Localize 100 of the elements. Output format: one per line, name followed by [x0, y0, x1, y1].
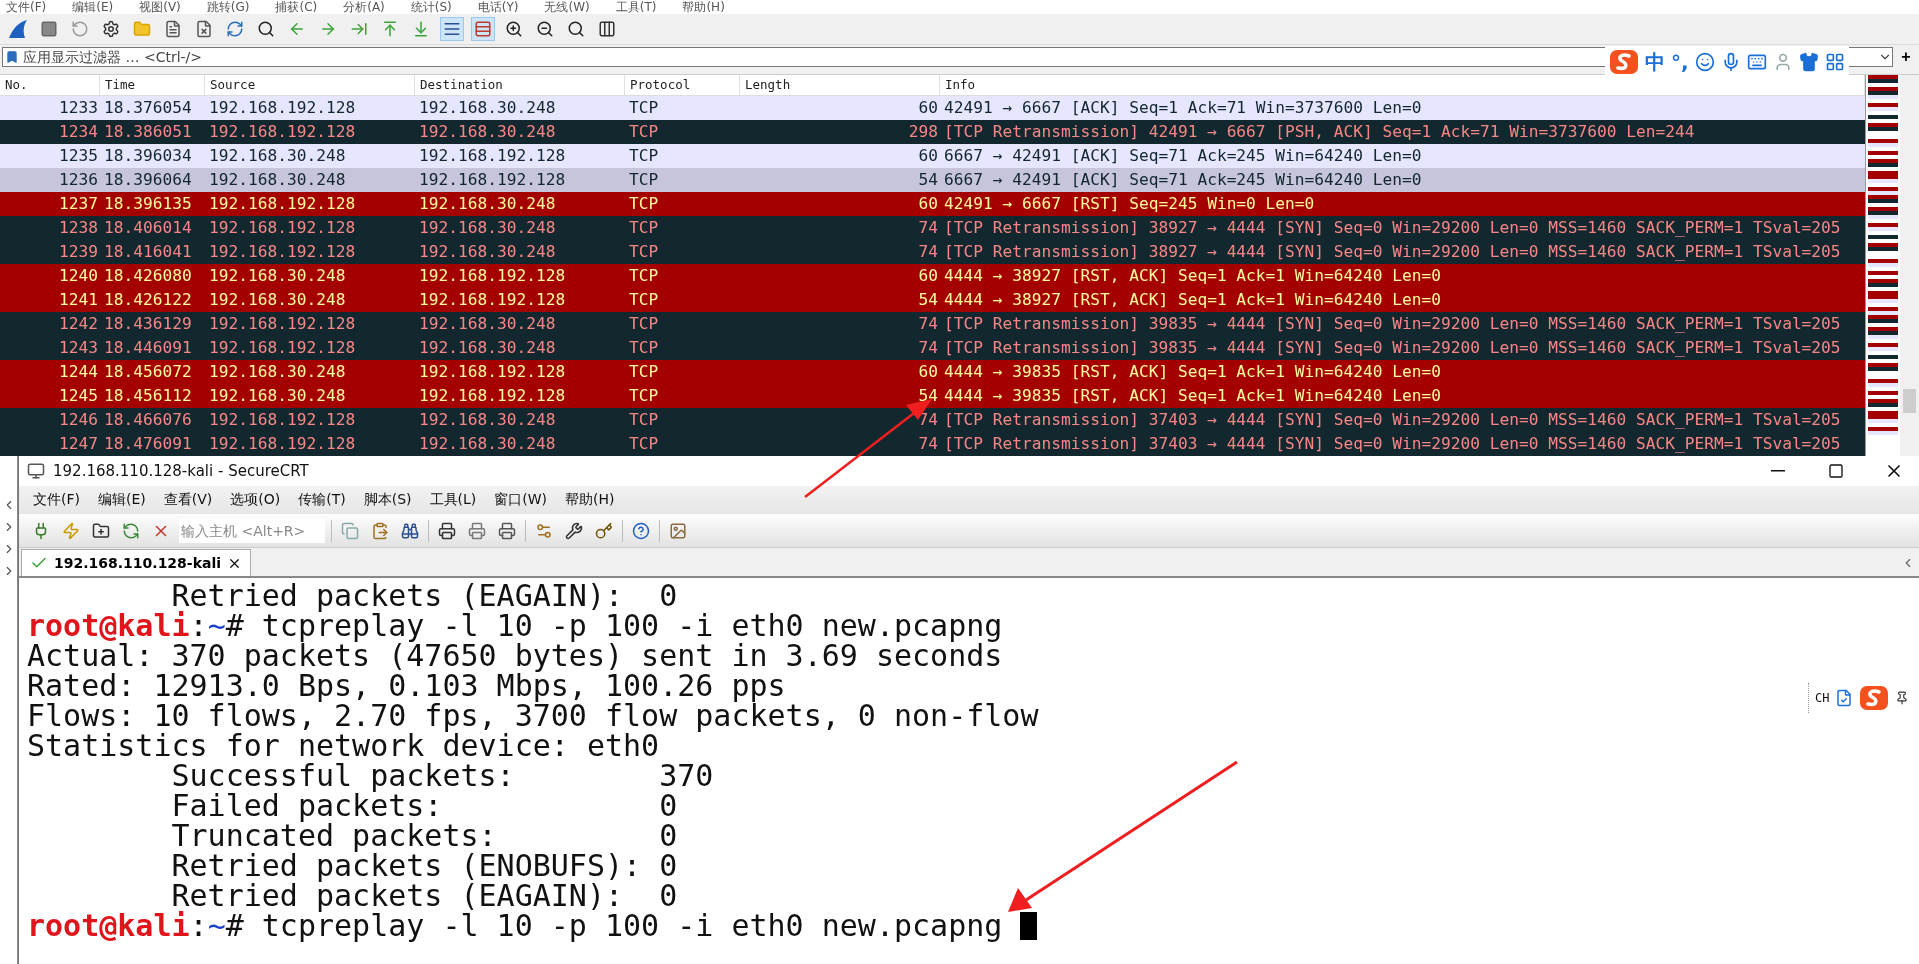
table-cell-text: 192.168.30.248: [208, 169, 347, 191]
menu-item[interactable]: 选项(O): [228, 491, 283, 509]
help-icon: [632, 521, 650, 540]
menu-item[interactable]: 窗口(W): [492, 491, 550, 509]
column-header[interactable]: No.: [0, 75, 100, 95]
table-cell-text: 74: [917, 313, 939, 335]
packet-row[interactable]: 1239 18.416041 192.168.192.128 192.168.30.248 TCP 74 [TCP Retransmission] 38927 → 4444 [SYN] Seq=0 Win=29200 Len=0 MSS=1460 SACK_PERM=1 TSval=205: [0, 240, 1865, 264]
scrollbar[interactable]: [1900, 75, 1919, 456]
column-header[interactable]: Length: [740, 75, 940, 95]
packet-row[interactable]: 1245 18.456112 192.168.30.248 192.168.192.128 TCP 54 4444 → 39835 [RST, ACK] Seq=1 Ack=1 Win=64240 Len=0: [0, 384, 1865, 408]
table-cell-text: 18.396064: [103, 169, 193, 191]
table-cell-text: 54: [917, 169, 939, 191]
packet-row[interactable]: 1235 18.396034 192.168.30.248 192.168.192.128 TCP 60 6667 → 42491 [ACK] Seq=71 Ack=245 Win=64240 Len=0: [0, 144, 1865, 168]
menu-item[interactable]: 视图(V): [139, 0, 181, 14]
ime-language-label[interactable]: CH: [1815, 691, 1830, 705]
printer-icon: [468, 521, 486, 540]
packet-row[interactable]: 1247 18.476091 192.168.192.128 192.168.30.248 TCP 74 [TCP Retransmission] 37403 → 4444 [SYN] Seq=0 Win=29200 Len=0 MSS=1460 SACK_PERM=1 TSval=205: [0, 432, 1865, 456]
paste-icon: [371, 521, 389, 540]
menu-item[interactable]: 编辑(E): [72, 0, 114, 14]
packet-row[interactable]: 1234 18.386051 192.168.192.128 192.168.30.248 TCP 298 [TCP Retransmission] 42491 → 6667 [PSH, ACK] Seq=1 Ack=71 Win=3737600 Len=244: [0, 120, 1865, 144]
column-header[interactable]: Destination: [415, 75, 625, 95]
menu-item[interactable]: 查看(V): [161, 491, 215, 509]
table-cell-text: 74: [917, 337, 939, 359]
table-cell-text: 18.376054: [103, 97, 193, 119]
table-cell-text: 1241: [58, 289, 99, 311]
table-cell-text: 4444 → 38927 [RST, ACK] Seq=1 Ack=1 Win=64240 Len=0: [943, 265, 1443, 287]
packet-row[interactable]: 1244 18.456072 192.168.30.248 192.168.192.128 TCP 60 4444 → 39835 [RST, ACK] Seq=1 Ack=1 Win=64240 Len=0: [0, 360, 1865, 384]
menu-item[interactable]: 脚本(S): [361, 491, 414, 509]
packet-row[interactable]: 1243 18.446091 192.168.192.128 192.168.30.248 TCP 74 [TCP Retransmission] 39835 → 4444 [SYN] Seq=0 Win=29200 Len=0 MSS=1460 SACK_PERM=1 TSval=205: [0, 336, 1865, 360]
table-cell-text: 60: [917, 361, 939, 383]
host-field[interactable]: 输入主机 <Alt+R>: [179, 518, 325, 543]
image-icon: [669, 521, 687, 540]
table-cell-text: 74: [917, 409, 939, 431]
folder-plus-icon: [92, 521, 110, 540]
table-cell-text: 298: [907, 121, 939, 143]
column-header[interactable]: Time: [100, 75, 205, 95]
packet-row[interactable]: 1236 18.396064 192.168.30.248 192.168.192.128 TCP 54 6667 → 42491 [ACK] Seq=71 Ack=245 Win=64240 Len=0: [0, 168, 1865, 192]
menu-item[interactable]: 电话(Y): [477, 0, 519, 14]
session-tab[interactable]: 192.168.110.128-kali: [21, 549, 251, 576]
menu-item[interactable]: 统计(S): [410, 0, 452, 14]
forward-arrow-icon: [319, 20, 337, 38]
table-cell-text: 192.168.192.128: [418, 265, 567, 287]
ime-logo-icon[interactable]: [1859, 685, 1890, 711]
menu-item[interactable]: 帮助(H): [563, 491, 617, 509]
add-filter-button[interactable]: +: [1895, 47, 1917, 67]
ime-logo-icon[interactable]: [1609, 49, 1639, 75]
packet-row[interactable]: 1240 18.426080 192.168.30.248 192.168.192.128 TCP 60 4444 → 38927 [RST, ACK] Seq=1 Ack=1 Win=64240 Len=0: [0, 264, 1865, 288]
auto-scroll-button[interactable]: [440, 17, 464, 41]
table-cell-text: 1242: [58, 313, 99, 335]
terminal-line: Successful packets: 370: [170, 761, 714, 791]
packet-row[interactable]: 1242 18.436129 192.168.192.128 192.168.30.248 TCP 74 [TCP Retransmission] 39835 → 4444 [SYN] Seq=0 Win=29200 Len=0 MSS=1460 SACK_PERM=1 TSval=205: [0, 312, 1865, 336]
packet-row[interactable]: 1237 18.396135 192.168.192.128 192.168.30.248 TCP 60 42491 → 6667 [RST] Seq=245 Win=0 Len=0: [0, 192, 1865, 216]
table-cell-text: 1239: [58, 241, 99, 263]
menu-item[interactable]: 分析(A): [343, 0, 385, 14]
menu-item[interactable]: 工具(T): [615, 0, 657, 14]
menu-item[interactable]: 文件(F): [31, 491, 82, 509]
menu-item[interactable]: 跳转(G): [206, 0, 250, 14]
table-cell-text: 74: [917, 217, 939, 239]
colorize-button[interactable]: [471, 17, 495, 41]
menu-item[interactable]: 工具(L): [427, 491, 479, 509]
table-cell-text: TCP: [628, 289, 660, 311]
table-cell-text: 18.406014: [103, 217, 193, 239]
menu-item[interactable]: 编辑(E): [96, 491, 148, 509]
table-cell-text: 192.168.192.128: [208, 217, 357, 239]
table-cell-text: 4444 → 39835 [RST, ACK] Seq=1 Ack=1 Win=64240 Len=0: [943, 361, 1443, 383]
table-cell-text: 60: [917, 145, 939, 167]
folder-icon: [133, 20, 151, 38]
table-cell-text: TCP: [628, 241, 660, 263]
close-file-icon: [195, 20, 213, 38]
table-cell-text: 192.168.192.128: [208, 337, 357, 359]
menu-item[interactable]: 无线(W): [544, 0, 590, 14]
column-header[interactable]: Source: [205, 75, 415, 95]
table-cell-text: 1238: [58, 217, 99, 239]
table-cell-text: 192.168.192.128: [208, 433, 357, 455]
table-cell-text: [TCP Retransmission] 42491 → 6667 [PSH, ACK] Seq=1 Ack=71 Win=3737600 Len=244: [943, 121, 1696, 143]
table-cell-text: 192.168.192.128: [208, 241, 357, 263]
packet-row[interactable]: 1233 18.376054 192.168.192.128 192.168.30.248 TCP 60 42491 → 6667 [ACK] Seq=1 Ack=71 Win=3737600 Len=0: [0, 96, 1865, 120]
shark-fin-icon: [7, 18, 29, 40]
packet-row[interactable]: 1241 18.426122 192.168.30.248 192.168.192.128 TCP 54 4444 → 38927 [RST, ACK] Seq=1 Ack=1 Win=64240 Len=0: [0, 288, 1865, 312]
wrench-icon: [565, 521, 583, 540]
menu-item[interactable]: 文件(F): [6, 0, 47, 14]
zoom-out-icon: [536, 20, 554, 38]
column-header[interactable]: Protocol: [625, 75, 740, 95]
table-cell-text: 192.168.30.248: [208, 385, 347, 407]
terminal-window-icon: [27, 462, 45, 480]
table-cell-text: 18.446091: [103, 337, 193, 359]
table-cell-text: 18.386051: [103, 121, 193, 143]
table-cell-text: 74: [917, 433, 939, 455]
packet-row[interactable]: 1246 18.466076 192.168.192.128 192.168.30.248 TCP 74 [TCP Retransmission] 37403 → 4444 [SYN] Seq=0 Win=29200 Len=0 MSS=1460 SACK_PERM=1 TSval=205: [0, 408, 1865, 432]
menu-item[interactable]: 捕获(C): [275, 0, 318, 14]
table-cell-text: 1233: [58, 97, 99, 119]
menu-item[interactable]: 帮助(H): [682, 0, 725, 14]
table-cell-text: 1234: [58, 121, 99, 143]
table-cell-text: TCP: [628, 121, 660, 143]
table-cell-text: 192.168.192.128: [208, 313, 357, 335]
menu-item[interactable]: 传输(T): [296, 491, 348, 509]
packet-row[interactable]: 1238 18.406014 192.168.192.128 192.168.30.248 TCP 74 [TCP Retransmission] 38927 → 4444 [SYN] Seq=0 Win=29200 Len=0 MSS=1460 SACK_PERM=1 TSval=205: [0, 216, 1865, 240]
printer-icon: [438, 521, 456, 540]
terminal-line: root@kali:~# tcpreplay -l 10 -p 100 -i eth0 new.pcapng: [27, 911, 1038, 941]
table-cell-text: 18.456112: [103, 385, 193, 407]
